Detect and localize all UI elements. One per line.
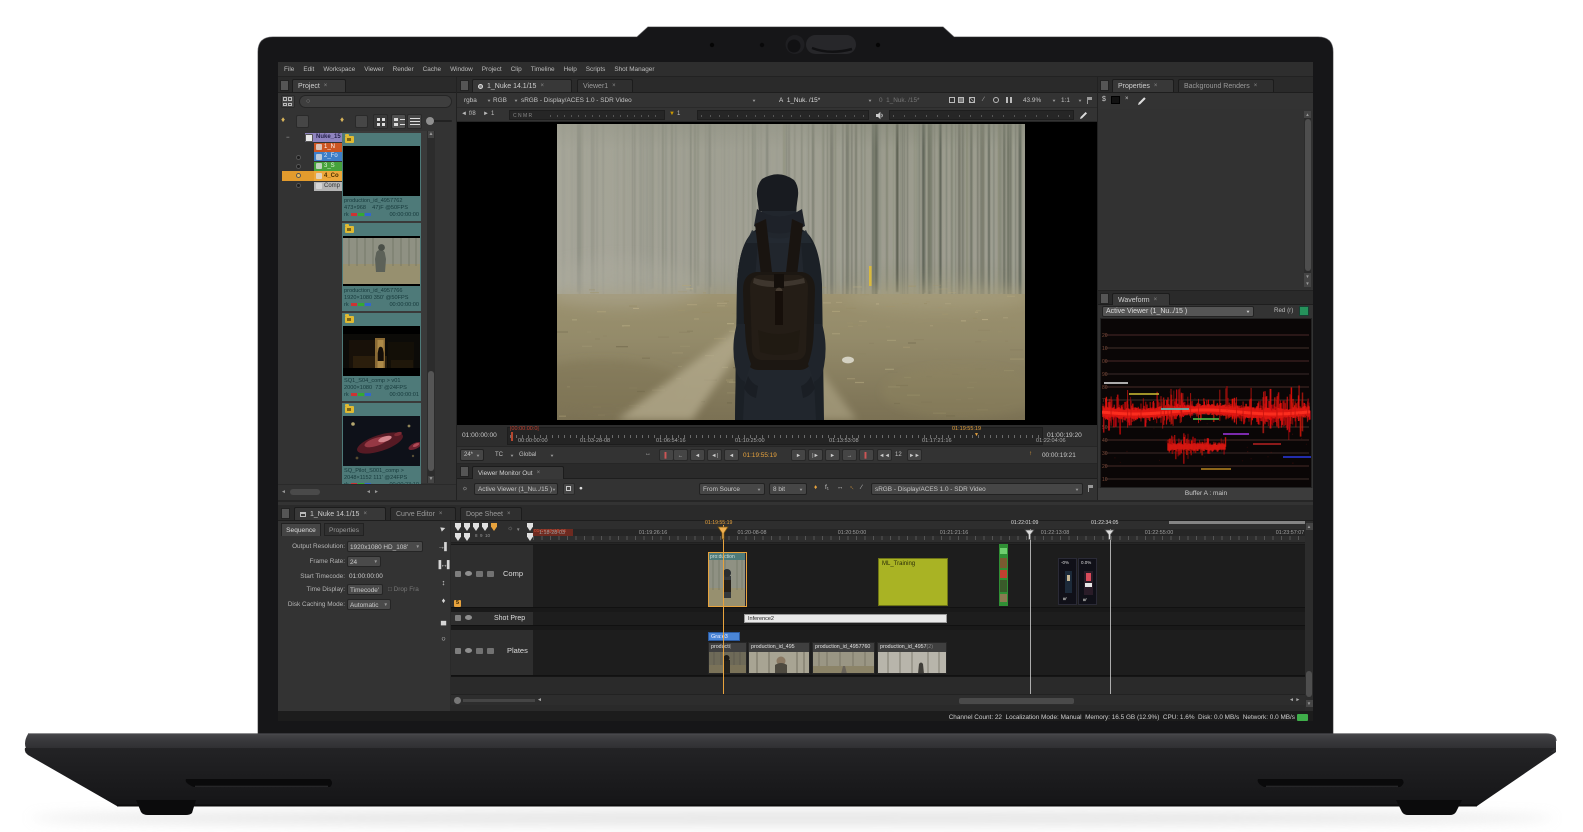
svg-text:40: 40 bbox=[1102, 438, 1108, 444]
svg-text:50: 50 bbox=[1102, 425, 1108, 431]
svg-text:00: 00 bbox=[1102, 359, 1108, 365]
svg-text:20: 20 bbox=[1102, 464, 1108, 470]
svg-text:20: 20 bbox=[1102, 333, 1108, 339]
svg-text:10: 10 bbox=[1102, 346, 1108, 352]
svg-text:80: 80 bbox=[1102, 385, 1108, 391]
svg-text:30: 30 bbox=[1102, 451, 1108, 457]
svg-text:10: 10 bbox=[1102, 477, 1108, 483]
svg-text:90: 90 bbox=[1102, 372, 1108, 378]
